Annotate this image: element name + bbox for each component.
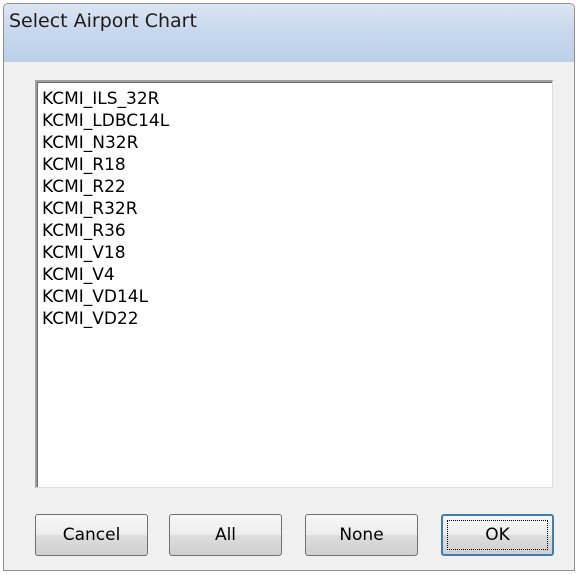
select-none-button[interactable]: None: [305, 514, 418, 556]
ok-button[interactable]: OK: [441, 514, 554, 556]
ok-button-label: OK: [485, 525, 510, 545]
list-item[interactable]: KCMI_VD14L: [42, 286, 552, 308]
list-item[interactable]: KCMI_V4: [42, 264, 552, 286]
window-title: Select Airport Chart: [9, 10, 197, 32]
list-item[interactable]: KCMI_N32R: [42, 132, 552, 154]
title-bar[interactable]: Select Airport Chart: [4, 4, 574, 62]
cancel-button[interactable]: Cancel: [35, 514, 148, 556]
list-item[interactable]: KCMI_R18: [42, 154, 552, 176]
dialog-client-area: KCMI_ILS_32R KCMI_LDBC14L KCMI_N32R KCMI_R1…: [5, 62, 573, 569]
list-item[interactable]: KCMI_V18: [42, 242, 552, 264]
select-airport-chart-dialog: Select Airport Chart KCMI_ILS_32R KCMI_LD…: [3, 3, 575, 571]
list-item[interactable]: KCMI_R32R: [42, 198, 552, 220]
chart-listbox[interactable]: KCMI_ILS_32R KCMI_LDBC14L KCMI_N32R KCMI_R1…: [35, 80, 553, 488]
list-item[interactable]: KCMI_R22: [42, 176, 552, 198]
list-item[interactable]: KCMI_LDBC14L: [42, 110, 552, 132]
list-item[interactable]: KCMI_R36: [42, 220, 552, 242]
select-all-button[interactable]: All: [169, 514, 282, 556]
list-item[interactable]: KCMI_ILS_32R: [42, 88, 552, 110]
list-item[interactable]: KCMI_VD22: [42, 308, 552, 330]
